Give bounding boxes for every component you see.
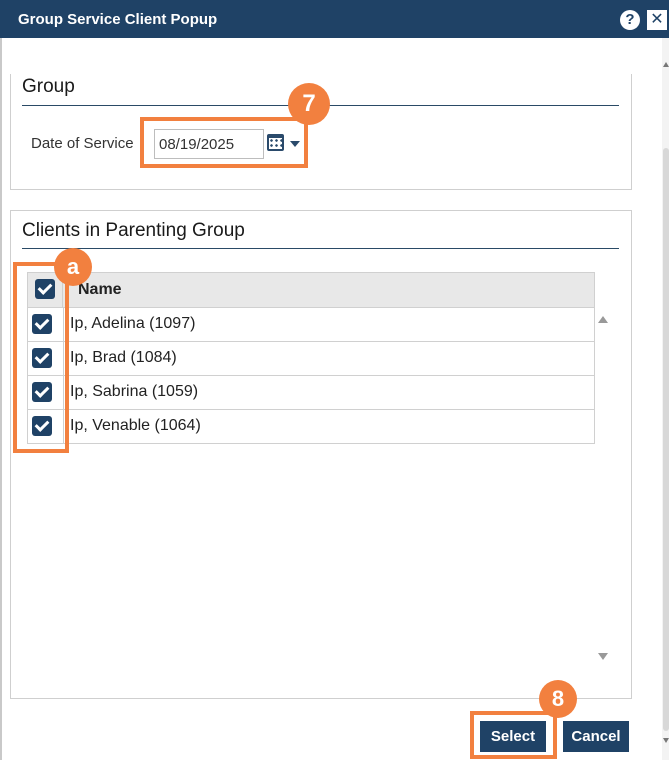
column-header-name[interactable]: Name (78, 281, 122, 299)
client-name: Ip, Venable (1064) (70, 417, 201, 434)
clients-title-rule (22, 248, 619, 249)
step-badge-8: 8 (539, 680, 577, 718)
step-badge-a: a (54, 248, 92, 286)
callout-box-step-7 (140, 117, 308, 168)
title-bar: Group Service Client Popup ? ✕ (0, 0, 669, 38)
group-section-title: Group (22, 76, 75, 97)
scroll-down-arrow-icon[interactable] (663, 738, 669, 743)
table-row[interactable]: Ip, Adelina (1097) (27, 308, 595, 342)
date-of-service-label: Date of Service (31, 135, 134, 152)
table-scroll-up-icon[interactable] (598, 316, 608, 323)
table-row[interactable]: Ip, Brad (1084) (27, 342, 595, 376)
step-badge-7: 7 (288, 83, 330, 125)
table-row[interactable]: Ip, Sabrina (1059) (27, 376, 595, 410)
client-name: Ip, Brad (1084) (70, 349, 177, 366)
cancel-button[interactable]: Cancel (563, 721, 629, 752)
callout-box-step-a (13, 262, 69, 453)
window-left-edge (0, 38, 2, 760)
table-row[interactable]: Ip, Venable (1064) (27, 410, 595, 444)
table-scroll-down-icon[interactable] (598, 653, 608, 660)
window-scrollbar-thumb[interactable] (663, 148, 669, 731)
scroll-up-arrow-icon[interactable] (663, 62, 669, 67)
client-name: Ip, Adelina (1097) (70, 315, 196, 332)
clients-section-title: Clients in Parenting Group (22, 220, 245, 241)
client-name: Ip, Sabrina (1059) (70, 383, 199, 400)
help-icon[interactable]: ? (620, 10, 640, 30)
window-title: Group Service Client Popup (18, 11, 218, 28)
close-icon[interactable]: ✕ (647, 10, 667, 30)
callout-box-step-8 (470, 711, 557, 759)
